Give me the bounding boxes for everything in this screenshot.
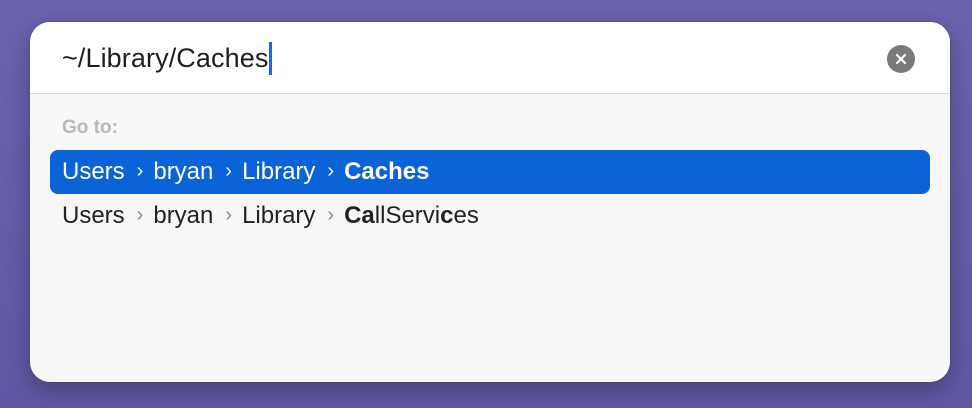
go-to-folder-dialog: ~/Library/Caches Go to: Users › bryan › … <box>30 22 950 382</box>
clear-circle-icon <box>895 53 907 65</box>
match-highlight: Ca <box>344 202 375 229</box>
crumb-library: Library <box>242 202 316 229</box>
result-row-callservices[interactable]: Users › bryan › Library › CallServices <box>50 194 930 238</box>
target-text: es <box>453 202 479 229</box>
text-caret <box>269 41 272 75</box>
crumb-users: Users <box>62 158 125 185</box>
crumb-target-caches: Caches <box>344 158 430 185</box>
path-input[interactable]: ~/Library/Caches <box>62 40 272 76</box>
chevron-right-icon: › <box>136 159 144 182</box>
crumb-bryan: bryan <box>153 202 214 229</box>
target-text: llServi <box>374 202 441 229</box>
go-to-label: Go to: <box>62 117 118 138</box>
chevron-right-icon: › <box>225 203 233 226</box>
match-highlight: c <box>440 202 454 229</box>
result-row-caches[interactable]: Users › bryan › Library › Caches <box>50 150 930 194</box>
crumb-target-callservices: CallServices <box>344 202 479 230</box>
chevron-right-icon: › <box>327 159 335 182</box>
chevron-right-icon: › <box>136 203 144 226</box>
chevron-right-icon: › <box>327 203 335 226</box>
path-input-text: ~/Library/Caches <box>62 42 269 73</box>
clear-button[interactable] <box>887 45 915 73</box>
crumb-users: Users <box>62 202 125 229</box>
path-input-bar: ~/Library/Caches <box>30 22 950 94</box>
crumb-library: Library <box>242 158 316 185</box>
crumb-bryan: bryan <box>153 158 214 185</box>
chevron-right-icon: › <box>225 159 233 182</box>
